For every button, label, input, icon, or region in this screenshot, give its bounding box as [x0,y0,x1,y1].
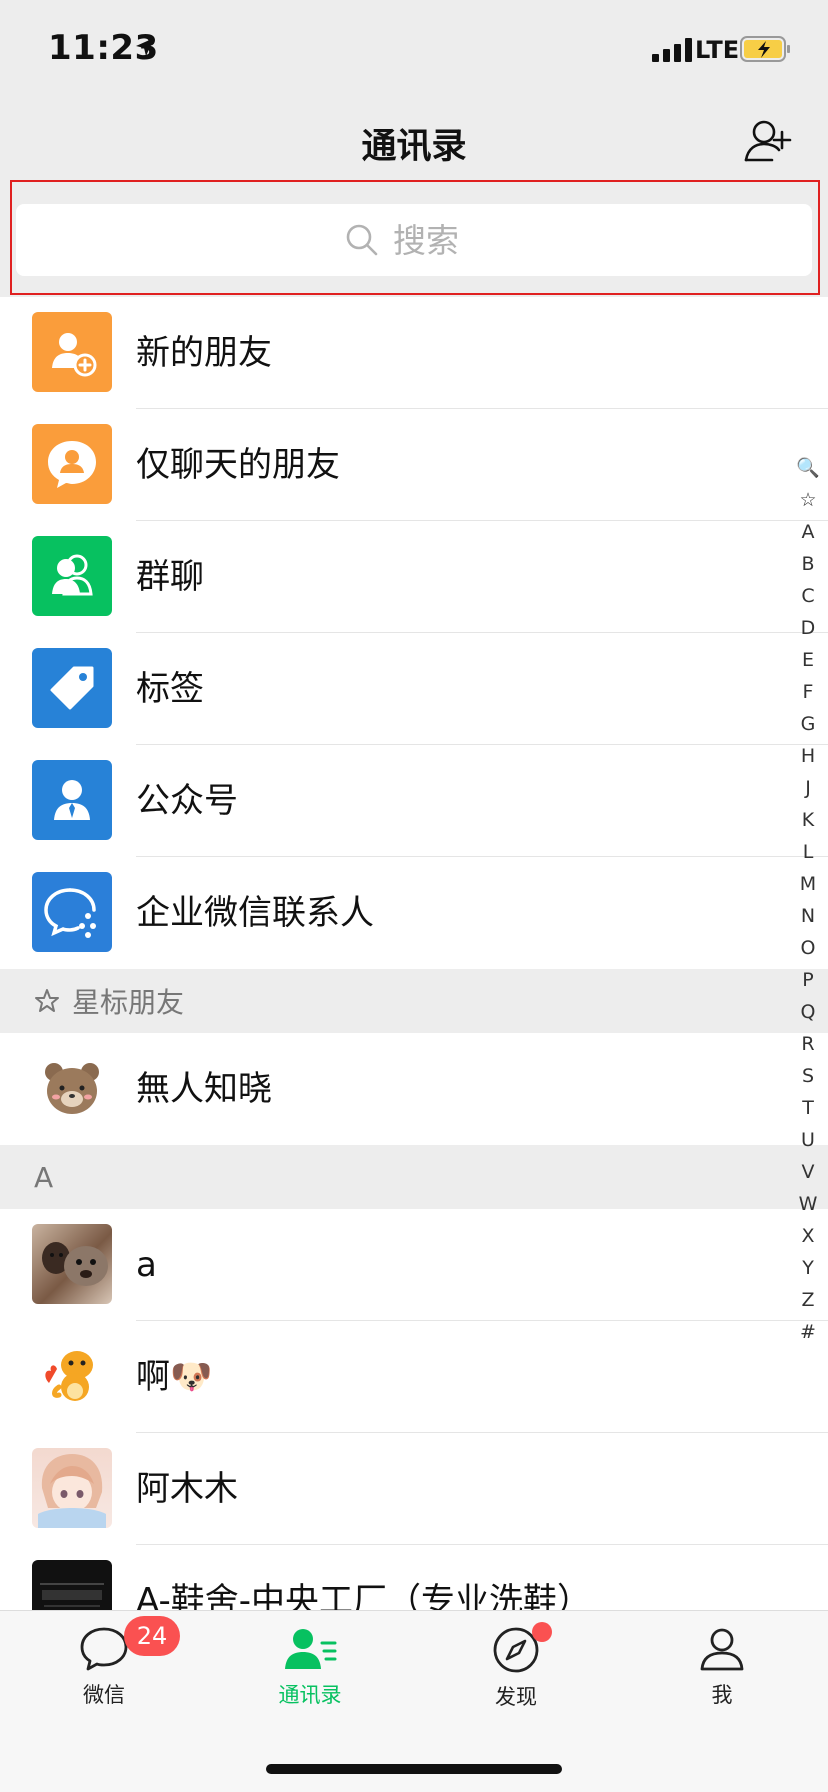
alphabet-index[interactable]: 🔍 ☆ A B C D E F G H J K L M N O P Q R S … [792,452,824,1348]
index-letter[interactable]: T [792,1092,824,1124]
contact-name: 啊🐶 [136,1357,213,1397]
row-label: 仅聊天的朋友 [136,445,340,485]
group-chats-row[interactable]: 群聊 [0,521,828,633]
contact-name: a [136,1245,157,1285]
contact-name: 阿木木 [136,1469,238,1509]
index-letter[interactable]: W [792,1188,824,1220]
battery-icon [740,36,790,62]
wecom-contacts-row[interactable]: 企业微信联系人 [0,857,828,969]
index-letter[interactable]: J [792,772,824,804]
index-letter[interactable]: A [792,516,824,548]
tab-label: 发现 [495,1685,537,1709]
network-type: LTE [695,36,740,64]
tab-discover[interactable]: 发现 [456,1625,576,1711]
section-header-starred: 星标朋友 [0,969,828,1033]
index-letter[interactable]: Z [792,1284,824,1316]
new-friends-row[interactable]: 新的朋友 [0,297,828,409]
cartoon-lizard-avatar [32,1336,112,1416]
discover-dot-badge [532,1622,552,1642]
index-letter[interactable]: K [792,804,824,836]
index-letter[interactable]: F [792,676,824,708]
section-title: A [34,1160,54,1194]
index-letter[interactable]: V [792,1156,824,1188]
index-letter[interactable]: Q [792,996,824,1028]
index-letter[interactable]: M [792,868,824,900]
signal-icon [652,38,692,62]
index-letter[interactable]: G [792,708,824,740]
section-header-a: A [0,1145,828,1209]
tag-icon [32,648,112,728]
index-letter[interactable]: B [792,548,824,580]
row-label: 群聊 [136,557,204,597]
index-letter[interactable]: Y [792,1252,824,1284]
dogs-photo-avatar [32,1224,112,1304]
contacts-icon [285,1629,337,1669]
person-icon [700,1628,744,1671]
row-label: 新的朋友 [136,333,272,373]
index-letter[interactable]: N [792,900,824,932]
search-input[interactable] [393,220,483,260]
row-label: 标签 [136,669,204,709]
anime-girl-avatar [32,1448,112,1528]
official-accounts-row[interactable]: 公众号 [0,745,828,857]
chat-only-friends-row[interactable]: 仅聊天的朋友 [0,409,828,521]
official-account-icon [32,760,112,840]
index-star[interactable]: ☆ [792,484,824,516]
index-letter[interactable]: H [792,740,824,772]
location-arrow-icon [136,38,154,56]
tab-me[interactable]: 我 [662,1625,782,1709]
section-title: 星标朋友 [72,986,185,1019]
tab-label: 通讯录 [278,1683,342,1707]
tags-row[interactable]: 标签 [0,633,828,745]
index-letter[interactable]: R [792,1028,824,1060]
new-friend-icon [32,312,112,392]
index-letter[interactable]: X [792,1220,824,1252]
index-letter[interactable]: D [792,612,824,644]
contact-row[interactable]: 阿木木 [0,1433,828,1545]
wecom-contact-icon [32,872,112,952]
contact-row[interactable]: 啊🐶 [0,1321,828,1433]
add-friend-icon[interactable] [742,116,794,164]
index-search[interactable]: 🔍 [792,452,824,484]
tab-label: 微信 [83,1683,125,1707]
star-icon [35,989,59,1012]
row-label: 公众号 [136,781,238,821]
page-title: 通讯录 [361,127,467,167]
chat-only-friend-icon [32,424,112,504]
index-hash[interactable]: # [792,1316,824,1348]
row-label: 企业微信联系人 [136,893,374,933]
index-letter[interactable]: E [792,644,824,676]
tab-contacts[interactable]: 通讯录 [250,1625,370,1709]
tab-label: 我 [711,1683,733,1707]
group-chat-icon [32,536,112,616]
home-indicator [266,1764,562,1774]
index-letter[interactable]: C [792,580,824,612]
index-letter[interactable]: O [792,932,824,964]
index-letter[interactable]: S [792,1060,824,1092]
contact-name: 無人知晓 [136,1069,272,1109]
contact-list: 新的朋友 仅聊天的朋友 群聊 标签 公众号 企业微信联系人 星标朋友 無人知晓 … [0,297,828,1657]
bear-avatar [32,1048,112,1128]
index-letter[interactable]: L [792,836,824,868]
unread-badge: 24 [124,1616,180,1656]
search-icon [346,224,378,256]
index-letter[interactable]: P [792,964,824,996]
search-bar[interactable] [16,204,812,276]
status-bar: 11:23 LTE [0,0,828,100]
chat-bubble-icon [80,1627,128,1671]
index-letter[interactable]: U [792,1124,824,1156]
contact-row[interactable]: 無人知晓 [0,1033,828,1145]
contact-row[interactable]: a [0,1209,828,1321]
